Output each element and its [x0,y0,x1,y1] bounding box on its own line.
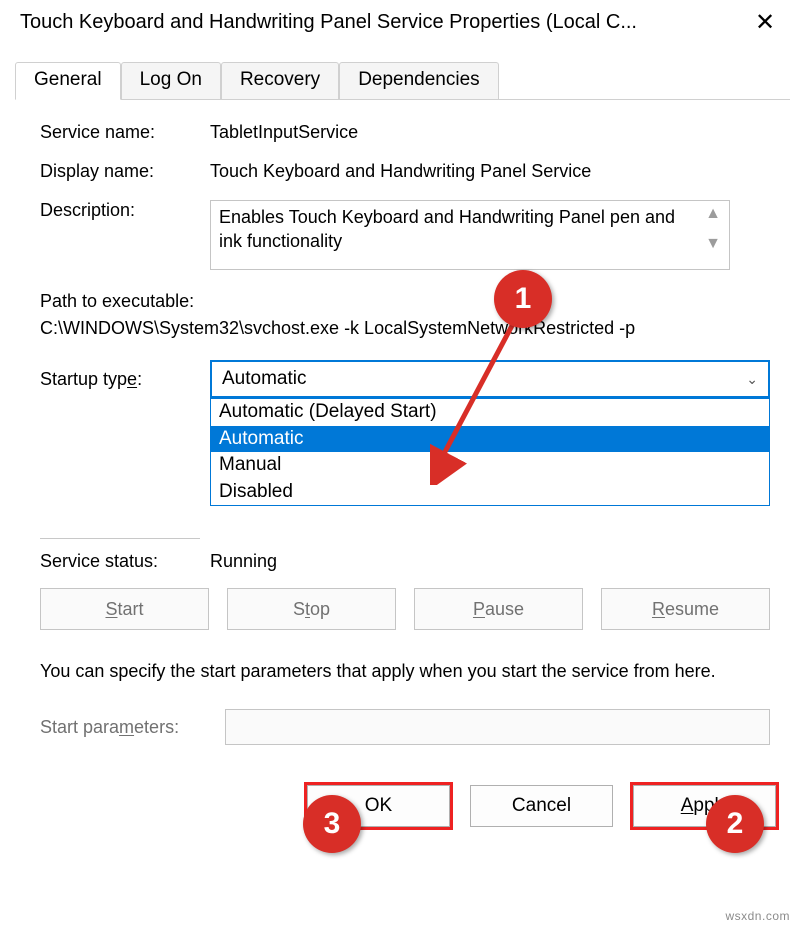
scroll-down-icon[interactable]: ▼ [705,235,721,253]
annotation-marker-2: 2 [706,795,764,853]
dropdown-option-automatic[interactable]: Automatic [211,426,769,453]
value-description: Enables Touch Keyboard and Handwriting P… [219,205,695,254]
label-path: Path to executable: [40,288,770,315]
close-icon[interactable]: ✕ [745,8,785,37]
dropdown-option-automatic-delayed[interactable]: Automatic (Delayed Start) [211,399,769,426]
pause-button: Pause [414,588,583,630]
service-control-buttons: Start Stop Pause Resume [40,588,770,630]
watermark: wsxdn.com [725,909,790,923]
description-scroll[interactable]: ▲ ▼ [705,205,721,253]
dropdown-list: Automatic (Delayed Start) Automatic Manu… [210,398,770,506]
dropdown-option-manual[interactable]: Manual [211,452,769,479]
tab-strip: General Log On Recovery Dependencies [15,62,790,100]
titlebar: Touch Keyboard and Handwriting Panel Ser… [0,0,800,42]
label-service-status: Service status: [40,551,210,572]
resume-button: Resume [601,588,770,630]
dropdown-selected-value: Automatic [222,368,306,390]
value-path: C:\WINDOWS\System32\svchost.exe -k Local… [40,315,770,342]
dialog-buttons: OK Cancel Apply [0,785,800,839]
value-service-name: TabletInputService [210,122,770,143]
scroll-up-icon[interactable]: ▲ [705,205,721,223]
value-display-name: Touch Keyboard and Handwriting Panel Ser… [210,161,770,182]
label-display-name: Display name: [40,161,210,182]
dropdown-control[interactable]: Automatic ⌄ [210,360,770,398]
description-textbox[interactable]: Enables Touch Keyboard and Handwriting P… [210,200,730,270]
start-parameters-hint: You can specify the start parameters tha… [40,658,770,685]
tab-content-general: Service name: TabletInputService Display… [0,100,800,745]
cancel-button[interactable]: Cancel [470,785,613,827]
service-properties-dialog: Touch Keyboard and Handwriting Panel Ser… [0,0,800,929]
section-divider [40,538,200,539]
window-title: Touch Keyboard and Handwriting Panel Ser… [20,11,637,34]
start-parameters-input [225,709,770,745]
label-start-parameters: Start parameters: [40,717,225,738]
tab-general[interactable]: General [15,62,121,100]
annotation-marker-1: 1 [494,270,552,328]
tab-logon[interactable]: Log On [121,62,221,99]
tab-dependencies[interactable]: Dependencies [339,62,498,99]
dropdown-option-disabled[interactable]: Disabled [211,479,769,506]
label-startup-type: Startup type: [40,369,210,390]
value-service-status: Running [210,551,277,572]
start-button: Start [40,588,209,630]
startup-type-dropdown[interactable]: Automatic ⌄ Automatic (Delayed Start) Au… [210,360,770,398]
tab-recovery[interactable]: Recovery [221,62,339,99]
chevron-down-icon: ⌄ [746,371,758,388]
annotation-marker-3: 3 [303,795,361,853]
label-description: Description: [40,200,210,270]
label-service-name: Service name: [40,122,210,143]
stop-button: Stop [227,588,396,630]
